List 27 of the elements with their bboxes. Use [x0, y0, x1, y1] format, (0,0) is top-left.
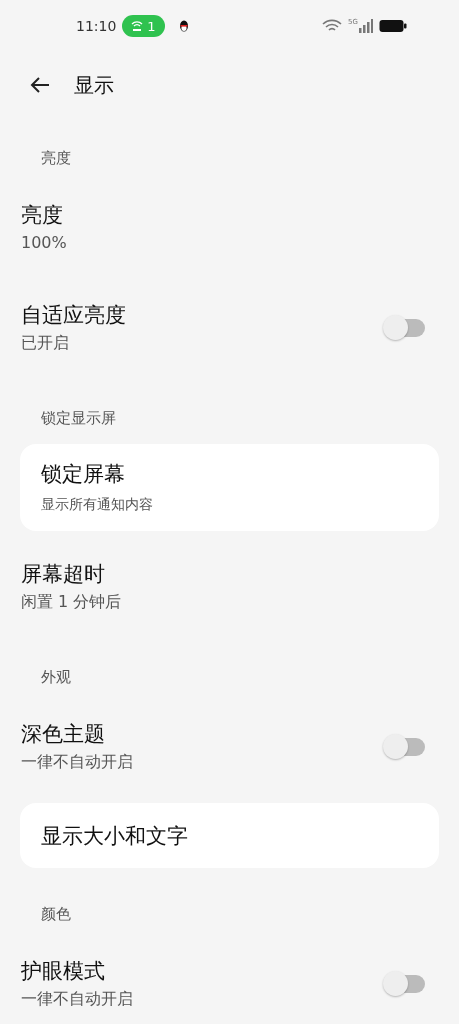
setting-title[interactable]: 自适应亮度	[21, 302, 381, 328]
battery-icon	[379, 19, 407, 33]
status-time: 11:10	[76, 18, 117, 34]
section-label: 锁定显示屏	[40, 408, 117, 429]
signal-icon	[359, 19, 373, 33]
hotspot-icon	[131, 20, 144, 32]
setting-subtitle: 一律不自动开启	[21, 988, 134, 1010]
settings-card[interactable]: 显示大小和文字	[20, 803, 439, 868]
setting-subtitle: 已开启	[21, 332, 70, 354]
settings-card[interactable]: 锁定屏幕 显示所有通知内容	[20, 444, 439, 531]
hotspot-badge: 1	[122, 15, 165, 37]
setting-title[interactable]: 屏幕超时	[21, 561, 427, 587]
setting-title[interactable]: 深色主题	[21, 721, 381, 747]
setting-subtitle: 100%	[21, 232, 68, 254]
wifi-icon	[322, 19, 343, 33]
section-label: 外观	[40, 667, 72, 688]
setting-title: 锁定屏幕	[41, 460, 126, 487]
section-label: 亮度	[40, 148, 72, 169]
setting-subtitle: 显示所有通知内容	[41, 494, 154, 514]
page-title: 显示	[74, 71, 114, 99]
section-label: 颜色	[40, 904, 72, 925]
setting-title: 显示大小和文字	[41, 822, 189, 849]
setting-subtitle: 一律不自动开启	[21, 751, 134, 773]
setting-title[interactable]: 护眼模式	[21, 958, 381, 984]
penguin-icon	[178, 19, 189, 33]
setting-title[interactable]: 亮度	[21, 202, 427, 228]
setting-subtitle: 闲置 1 分钟后	[21, 591, 123, 613]
